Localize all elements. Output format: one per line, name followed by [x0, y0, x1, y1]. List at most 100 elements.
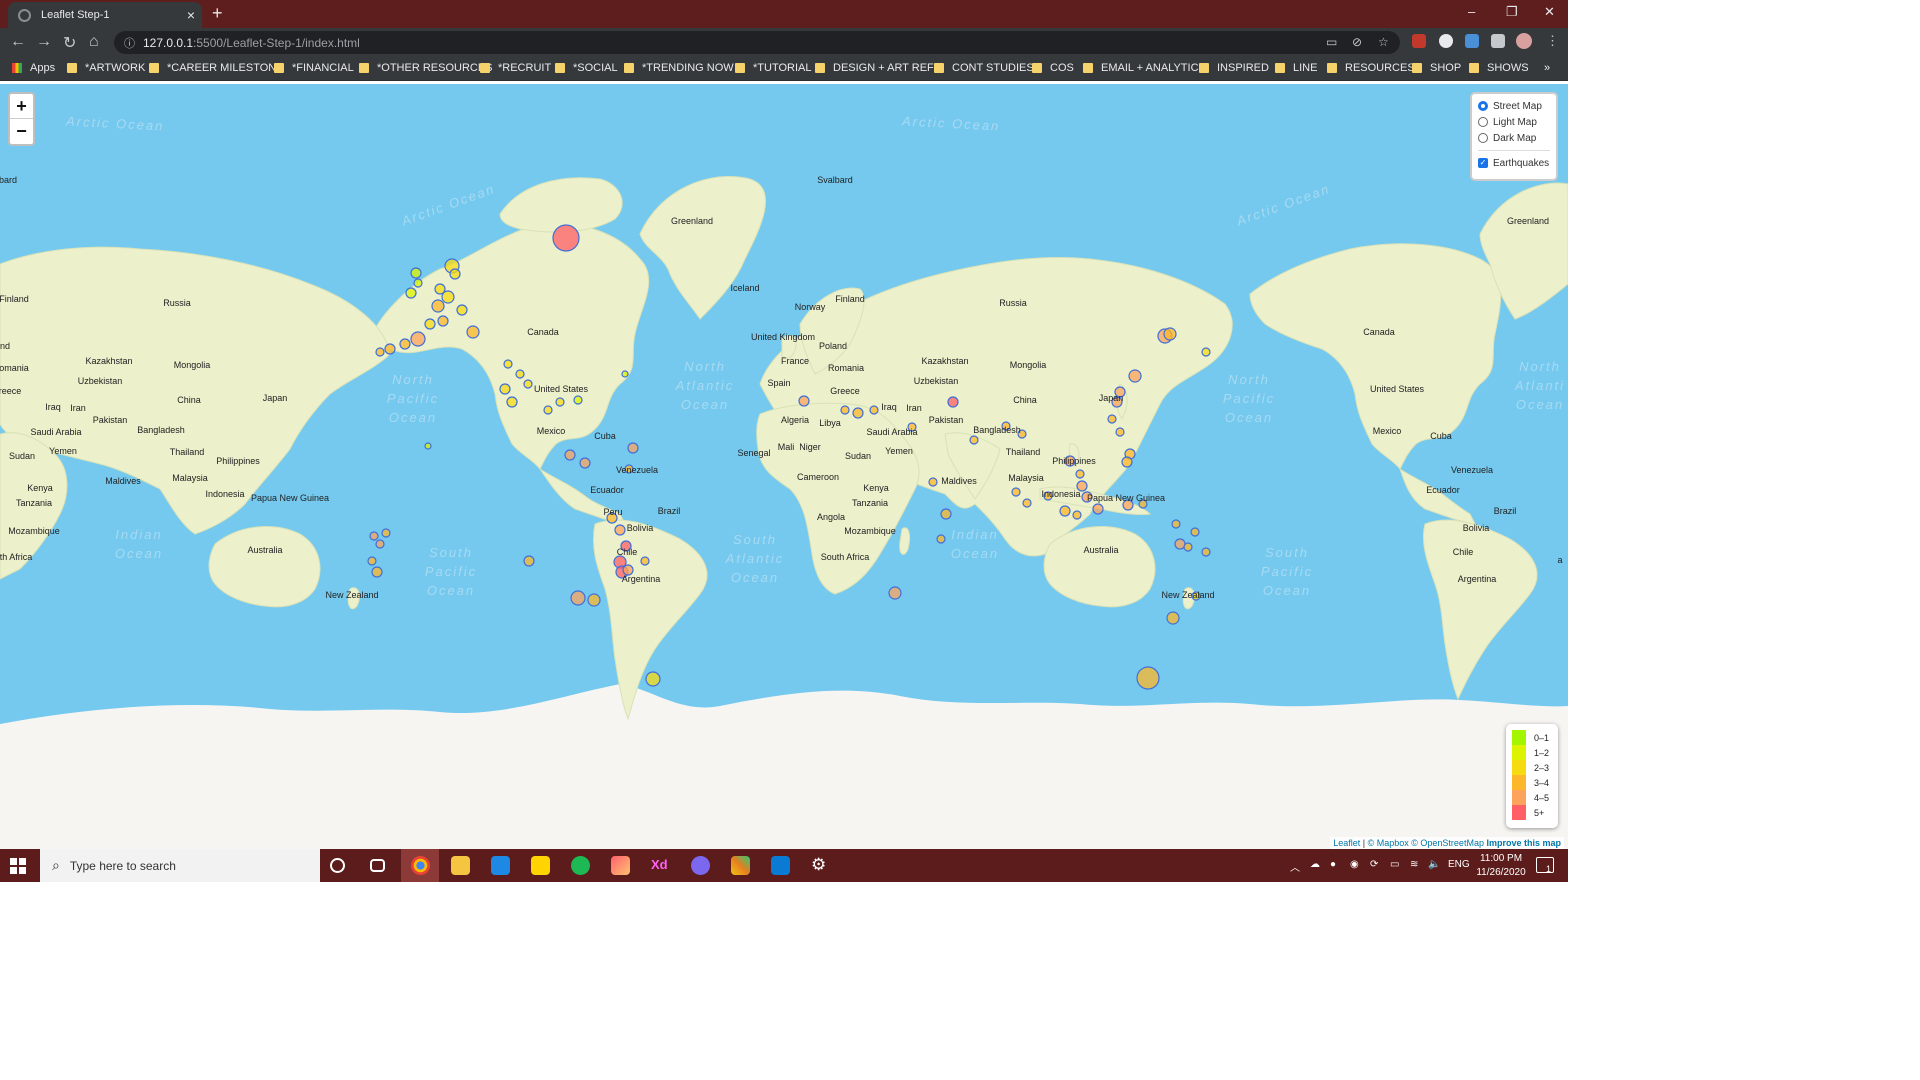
- address-bar[interactable]: ⓘ 127.0.0.1:5500/Leaflet-Step-1/index.ht…: [114, 31, 1400, 54]
- zoom-in-button[interactable]: +: [10, 94, 33, 119]
- wifi-icon[interactable]: ≋: [1410, 859, 1418, 870]
- task-view-icon[interactable]: [370, 859, 385, 872]
- earthquake-marker[interactable]: [410, 331, 426, 347]
- earthquake-marker[interactable]: [431, 299, 445, 313]
- earthquake-marker[interactable]: [1136, 666, 1160, 690]
- restore-button[interactable]: ❐: [1506, 4, 1518, 20]
- layer-dark-map[interactable]: Dark Map: [1478, 130, 1550, 146]
- map[interactable]: Arctic Ocean Arctic Ocean Arctic Ocean Arct…: [0, 84, 1568, 849]
- bookmark[interactable]: INSPIRED: [1199, 62, 1269, 74]
- earthquake-marker[interactable]: [399, 338, 411, 350]
- language-indicator[interactable]: ENG: [1448, 859, 1470, 870]
- menu-icon[interactable]: ⋮: [1546, 33, 1559, 49]
- earthquake-marker[interactable]: [645, 671, 661, 687]
- earthquake-marker[interactable]: [1011, 487, 1021, 497]
- earthquake-marker[interactable]: [424, 318, 436, 330]
- earthquake-marker[interactable]: [515, 369, 525, 379]
- mail-icon[interactable]: [491, 856, 510, 875]
- earthquake-marker[interactable]: [449, 268, 461, 280]
- layer-earthquakes[interactable]: ✓ Earthquakes: [1478, 155, 1550, 171]
- earthquake-marker[interactable]: [523, 555, 535, 567]
- layer-street-map[interactable]: Street Map: [1478, 98, 1550, 114]
- earthquake-marker[interactable]: [852, 407, 864, 419]
- earthquake-marker[interactable]: [1075, 469, 1085, 479]
- forward-icon[interactable]: →: [36, 33, 52, 51]
- git-icon[interactable]: [731, 856, 750, 875]
- app-icon[interactable]: [691, 856, 710, 875]
- osm-link[interactable]: © OpenStreetMap: [1411, 838, 1484, 848]
- minimize-button[interactable]: –: [1468, 4, 1475, 19]
- earthquake-marker[interactable]: [410, 267, 422, 279]
- pdf-extension-icon[interactable]: [1412, 34, 1426, 48]
- earthquake-marker[interactable]: [503, 359, 513, 369]
- tracking-icon[interactable]: ⊘: [1352, 35, 1362, 49]
- bookmark[interactable]: *CAREER MILESTONE: [149, 62, 284, 74]
- chrome-icon[interactable]: [411, 856, 430, 875]
- earthquake-marker[interactable]: [1115, 427, 1125, 437]
- earthquake-marker[interactable]: [543, 405, 553, 415]
- reload-icon[interactable]: ↻: [63, 33, 76, 53]
- earthquake-marker[interactable]: [384, 343, 396, 355]
- bookmark[interactable]: *ARTWORK: [67, 62, 145, 74]
- extension-icon[interactable]: [1439, 34, 1453, 48]
- bookmark[interactable]: DESIGN + ART REFS: [815, 62, 941, 74]
- puzzle-icon[interactable]: [1491, 34, 1505, 48]
- earthquake-marker[interactable]: [1022, 498, 1032, 508]
- earthquake-marker[interactable]: [441, 290, 455, 304]
- bookmark[interactable]: *FINANCIAL: [274, 62, 354, 74]
- bookmark[interactable]: EMAIL + ANALYTIC: [1083, 62, 1199, 74]
- earthquake-marker[interactable]: [1201, 547, 1211, 557]
- earthquake-marker[interactable]: [579, 457, 591, 469]
- earthquake-marker[interactable]: [936, 534, 946, 544]
- earthquake-marker[interactable]: [367, 556, 377, 566]
- zoom-out-button[interactable]: −: [10, 119, 33, 144]
- tray-app-icon[interactable]: ◉: [1350, 859, 1359, 870]
- vscode-icon[interactable]: [771, 856, 790, 875]
- chevron-up-icon[interactable]: ︿: [1290, 859, 1300, 874]
- bookmark[interactable]: *OTHER RESOURCES: [359, 62, 493, 74]
- earthquake-marker[interactable]: [1166, 611, 1180, 625]
- cortana-icon[interactable]: [330, 858, 345, 873]
- windows-start-icon[interactable]: [10, 858, 26, 874]
- earthquake-marker[interactable]: [1171, 519, 1181, 529]
- earthquake-marker[interactable]: [413, 278, 423, 288]
- earthquake-marker[interactable]: [381, 528, 391, 538]
- bookmark-star-icon[interactable]: ☆: [1378, 35, 1389, 49]
- bookmark[interactable]: CONT STUDIES: [934, 62, 1034, 74]
- new-tab-button[interactable]: +: [212, 3, 223, 24]
- earthquake-marker[interactable]: [1072, 510, 1082, 520]
- earthquake-marker[interactable]: [940, 508, 952, 520]
- earthquake-marker[interactable]: [371, 566, 383, 578]
- earthquake-marker[interactable]: [798, 395, 810, 407]
- bookmark-apps[interactable]: Apps: [12, 62, 55, 74]
- earthquake-marker[interactable]: [456, 304, 468, 316]
- onedrive-icon[interactable]: ☁: [1310, 859, 1320, 870]
- earthquake-marker[interactable]: [928, 477, 938, 487]
- avatar[interactable]: [1516, 33, 1532, 49]
- earthquake-marker[interactable]: [375, 347, 385, 357]
- spotify-icon[interactable]: [571, 856, 590, 875]
- leaflet-link[interactable]: Leaflet: [1333, 838, 1360, 848]
- settings-gear-icon[interactable]: ⚙: [811, 855, 826, 875]
- bookmark[interactable]: LINE: [1275, 62, 1317, 74]
- earthquake-marker[interactable]: [627, 442, 639, 454]
- close-tab-icon[interactable]: ×: [180, 7, 202, 23]
- earthquake-marker[interactable]: [1128, 369, 1142, 383]
- notification-icon[interactable]: 1: [1536, 857, 1554, 874]
- earthquake-marker[interactable]: [506, 396, 518, 408]
- earthquake-marker[interactable]: [570, 590, 586, 606]
- earthquake-marker[interactable]: [523, 379, 533, 389]
- earthquake-marker[interactable]: [621, 370, 629, 378]
- earthquake-marker[interactable]: [840, 405, 850, 415]
- earthquake-marker[interactable]: [1092, 503, 1104, 515]
- bookmark[interactable]: SHOP: [1412, 62, 1461, 74]
- bookmark[interactable]: *SOCIAL: [555, 62, 618, 74]
- taskbar-search[interactable]: ⌕ Type here to search: [40, 849, 320, 882]
- earthquake-marker[interactable]: [424, 442, 432, 450]
- earthquake-marker[interactable]: [888, 586, 902, 600]
- earthquake-marker[interactable]: [552, 224, 580, 252]
- improve-map-link[interactable]: Improve this map: [1486, 838, 1561, 848]
- earthquake-marker[interactable]: [375, 539, 385, 549]
- earthquake-marker[interactable]: [405, 287, 417, 299]
- bookmark[interactable]: COS: [1032, 62, 1074, 74]
